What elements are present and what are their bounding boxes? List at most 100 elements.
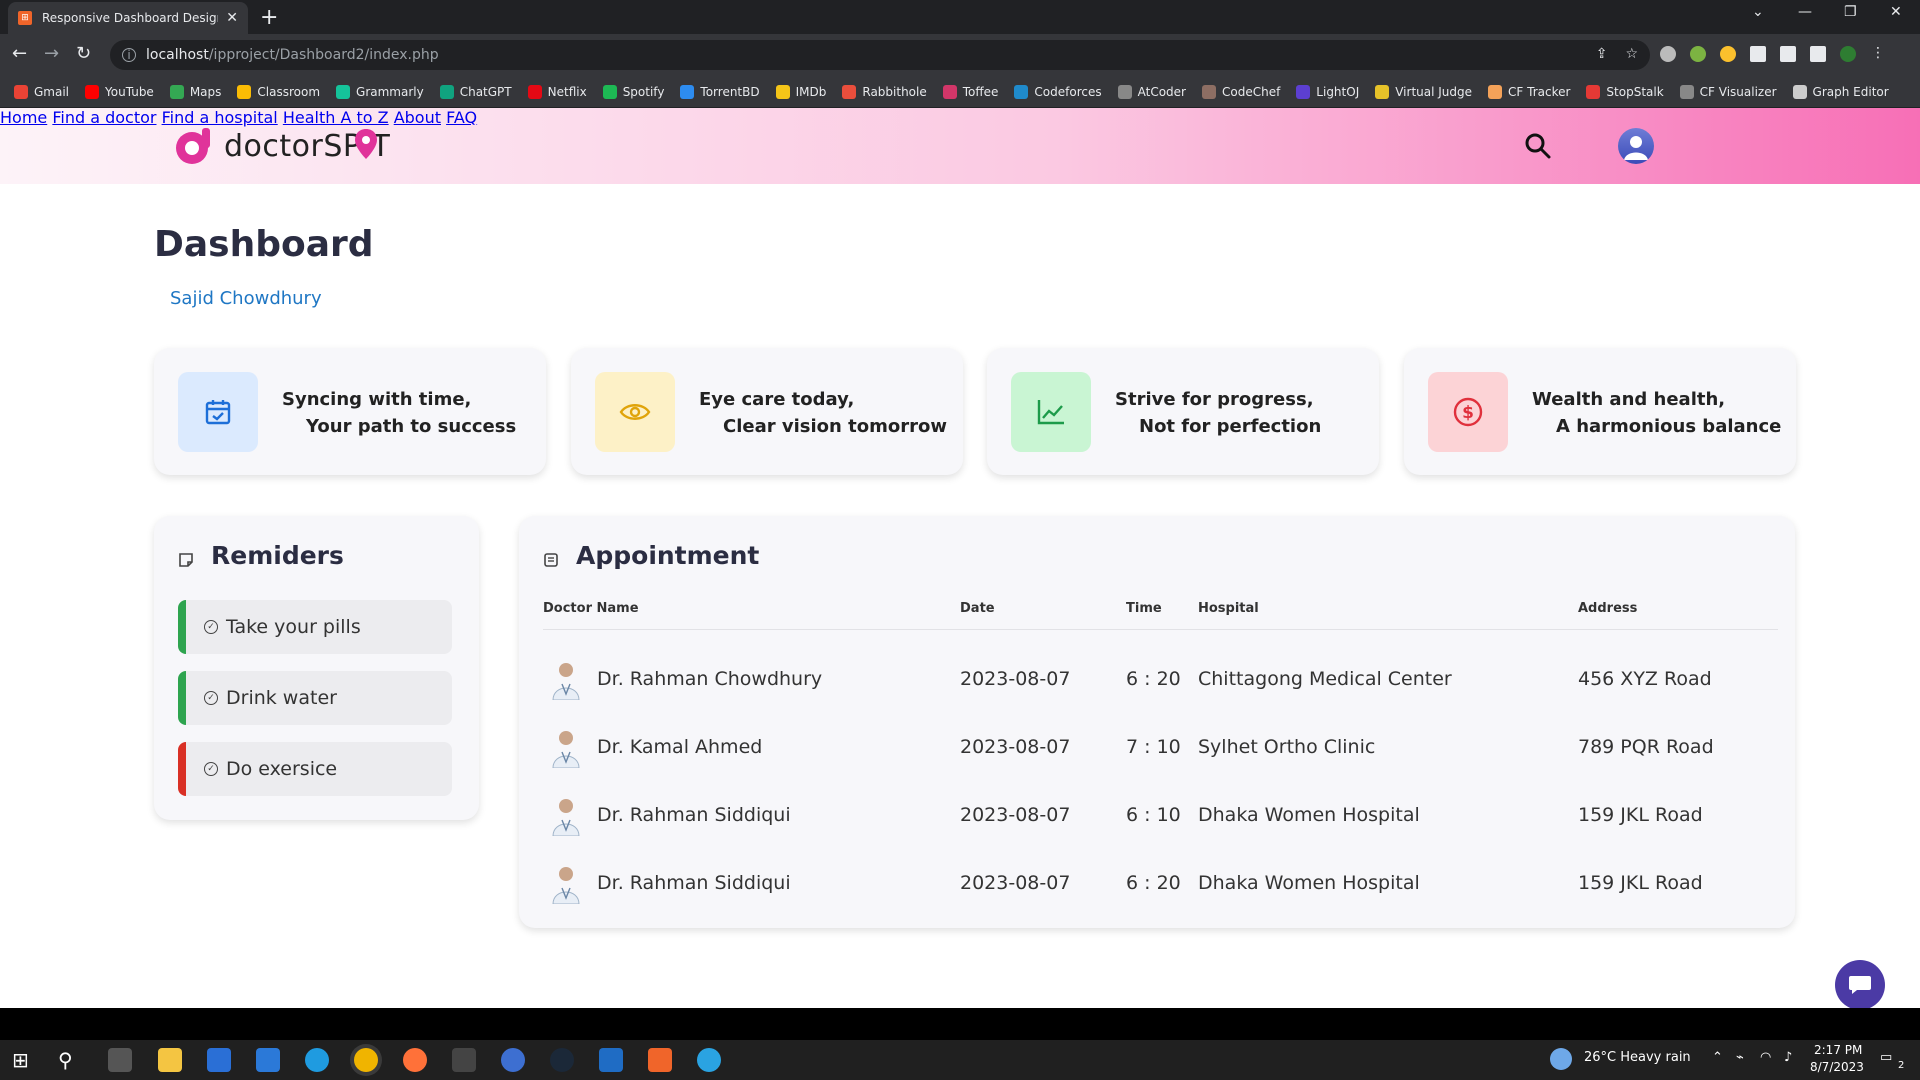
bookmark-item[interactable]: IMDb [775, 84, 826, 99]
profile-avatar[interactable] [1840, 46, 1856, 62]
download-icon[interactable] [1780, 46, 1796, 62]
bookmark-item[interactable]: TorrentBD [680, 84, 760, 99]
xampp-icon[interactable] [648, 1048, 672, 1072]
bookmark-item[interactable]: CodeChef [1201, 84, 1280, 99]
side-panel-icon[interactable] [1810, 46, 1826, 62]
store-icon[interactable] [207, 1048, 231, 1072]
bookmark-item[interactable]: Netflix [527, 84, 587, 99]
back-icon[interactable]: ← [12, 43, 27, 64]
reload-icon[interactable]: ↻ [76, 43, 91, 64]
telegram-icon[interactable] [697, 1048, 721, 1072]
table-row[interactable]: Dr. Rahman Siddiqui 2023-08-07 6 : 20 Dhaka… [519, 850, 1795, 918]
col-header-doctor: Doctor Name [543, 601, 639, 616]
reminder-item[interactable]: ✓ Take your pills [178, 600, 452, 654]
nav-about[interactable]: About [394, 108, 441, 127]
network-icon[interactable]: ⌁ [1736, 1050, 1744, 1065]
clock-time[interactable]: 2:17 PM [1814, 1043, 1862, 1057]
bookmark-item[interactable]: Graph Editor [1792, 84, 1889, 99]
steam-icon[interactable] [550, 1048, 574, 1072]
search-icon[interactable]: ⚲ [58, 1048, 82, 1072]
extension-icon[interactable] [1660, 46, 1676, 62]
bookmark-item[interactable]: Spotify [602, 84, 665, 99]
bookmark-label: Spotify [622, 84, 665, 99]
tab-close-icon[interactable]: ✕ [226, 10, 238, 26]
nav-find-doctor[interactable]: Find a doctor [52, 108, 156, 127]
puzzle-icon[interactable] [1750, 46, 1766, 62]
search-icon[interactable] [1524, 132, 1552, 160]
reminder-item[interactable]: ✓ Drink water [178, 671, 452, 725]
weather-text[interactable]: 26°C Heavy rain [1584, 1050, 1691, 1065]
card-line-1: Eye care today, [699, 389, 855, 410]
bookmark-label: YouTube [105, 84, 154, 99]
notification-icon[interactable]: ▭ [1880, 1050, 1892, 1065]
firefox-icon[interactable] [403, 1048, 427, 1072]
clock-date[interactable]: 8/7/2023 [1810, 1060, 1864, 1074]
task-view-icon[interactable] [108, 1048, 132, 1072]
nav-home[interactable]: Home [0, 108, 47, 127]
bookmark-item[interactable]: Rabbithole [842, 84, 927, 99]
bookmark-star-icon[interactable]: ☆ [1625, 46, 1638, 62]
nav-find-hospital[interactable]: Find a hospital [162, 108, 278, 127]
tray-chevron-icon[interactable]: ⌃ [1712, 1050, 1723, 1065]
wifi-icon[interactable]: ◠ [1760, 1050, 1771, 1065]
url-host: localhost [146, 47, 209, 63]
bookmark-label: Rabbithole [862, 84, 927, 99]
windows-start-icon[interactable]: ⊞ [12, 1048, 36, 1072]
bookmark-item[interactable]: LightOJ [1296, 84, 1359, 99]
bookmark-item[interactable]: Toffee [942, 84, 998, 99]
bookmark-item[interactable]: Classroom [237, 84, 320, 99]
edge-icon[interactable] [305, 1048, 329, 1072]
bookmark-favicon-icon [1679, 84, 1694, 99]
chat-button[interactable] [1835, 960, 1885, 1010]
nav-health-a-to-z[interactable]: Health A to Z [283, 108, 389, 127]
bookmark-favicon-icon [169, 84, 184, 99]
reminder-item[interactable]: ✓ Do exersice [178, 742, 452, 796]
bookmark-item[interactable]: Virtual Judge [1375, 84, 1472, 99]
menu-kebab-icon[interactable]: ⋮ [1870, 46, 1886, 62]
close-window-button[interactable]: ✕ [1890, 4, 1902, 20]
bookmark-favicon-icon [1014, 84, 1029, 99]
new-tab-button[interactable]: + [260, 5, 278, 30]
share-icon[interactable]: ⇪ [1596, 46, 1608, 62]
volume-icon[interactable]: ♪ [1784, 1050, 1792, 1065]
browser-tab[interactable]: ⊞ Responsive Dashboard Design #... ✕ [8, 2, 248, 34]
table-row[interactable]: Dr. Rahman Chowdhury 2023-08-07 6 : 20 Chit… [519, 646, 1795, 714]
bookmark-item[interactable]: Maps [169, 84, 221, 99]
weather-icon[interactable] [1550, 1048, 1572, 1070]
app-icon[interactable] [452, 1048, 476, 1072]
photos-icon[interactable] [599, 1048, 623, 1072]
bookmark-item[interactable]: CF Visualizer [1679, 84, 1777, 99]
col-header-time: Time [1126, 601, 1162, 616]
extension-icon[interactable] [1720, 46, 1736, 62]
bookmark-item[interactable]: Gmail [14, 84, 69, 99]
bookmark-favicon-icon [527, 84, 542, 99]
extension-icon[interactable] [1690, 46, 1706, 62]
bookmark-item[interactable]: StopStalk [1586, 84, 1664, 99]
reminder-label: Take your pills [226, 616, 361, 638]
bookmark-item[interactable]: Codeforces [1014, 84, 1102, 99]
cell-hospital: Dhaka Women Hospital [1198, 804, 1420, 826]
bookmark-item[interactable]: Grammarly [336, 84, 424, 99]
table-row[interactable]: Dr. Rahman Siddiqui 2023-08-07 6 : 10 Dhaka… [519, 782, 1795, 850]
restore-button[interactable]: ❐ [1844, 4, 1857, 20]
site-header: doctorSP T Home Find a doctor Find a hos… [0, 108, 1920, 184]
site-info-icon[interactable]: i [122, 48, 136, 62]
forward-icon[interactable]: → [44, 43, 59, 64]
user-avatar[interactable] [1618, 128, 1654, 164]
bookmark-item[interactable]: CF Tracker [1488, 84, 1570, 99]
card-caption: Wealth and health, A harmonious balance [1532, 386, 1781, 440]
file-explorer-icon[interactable] [158, 1048, 182, 1072]
bookmark-item[interactable]: ChatGPT [439, 84, 512, 99]
qbittorrent-icon[interactable] [501, 1048, 525, 1072]
table-row[interactable]: Dr. Kamal Ahmed 2023-08-07 7 : 10 Sylhet Or… [519, 714, 1795, 782]
minimize-button[interactable]: — [1798, 4, 1812, 20]
logo[interactable]: doctorSP T [172, 126, 390, 166]
mail-icon[interactable] [256, 1048, 280, 1072]
url-field[interactable]: i localhost /ipproject/Dashboard2/index.… [110, 40, 1650, 70]
nav-faq[interactable]: FAQ [446, 108, 477, 127]
bookmark-item[interactable]: YouTube [85, 84, 154, 99]
tab-search-icon[interactable]: ⌄ [1752, 4, 1764, 20]
chrome-icon[interactable] [354, 1048, 378, 1072]
cell-hospital: Dhaka Women Hospital [1198, 872, 1420, 894]
bookmark-item[interactable]: AtCoder [1117, 84, 1186, 99]
